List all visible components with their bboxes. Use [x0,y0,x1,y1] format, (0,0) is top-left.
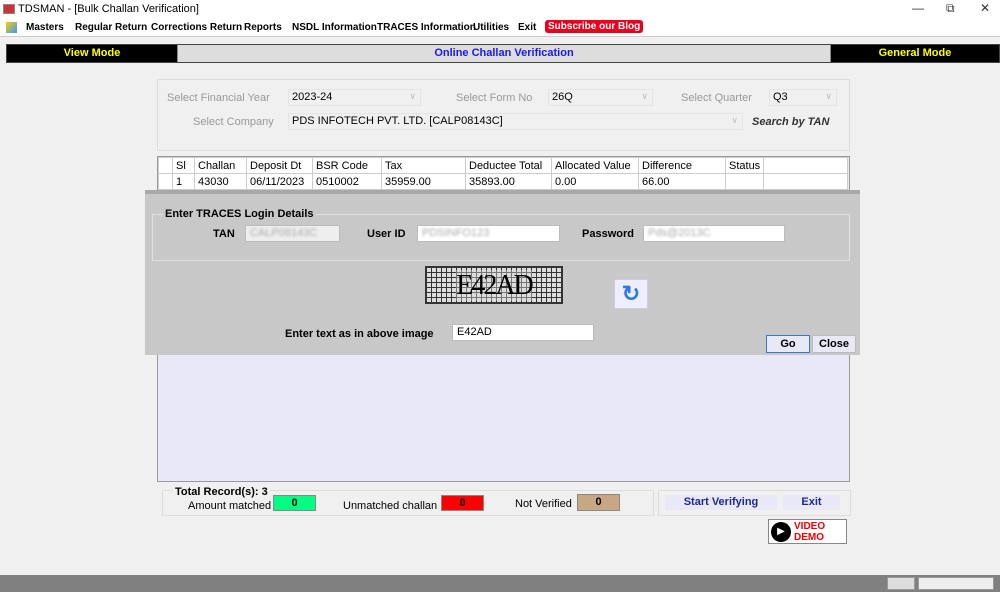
unmatched-label: Unmatched challan [343,500,438,512]
status-panel [918,577,994,590]
form-select[interactable]: 26Q ∨ [548,89,653,106]
cell [724,173,765,190]
menu-reports[interactable]: Reports [244,22,282,33]
general-mode-button[interactable]: General Mode [831,45,999,62]
minimize-icon[interactable]: — [912,1,924,15]
status-bar [0,575,1000,592]
view-mode-button[interactable]: View Mode [7,45,177,62]
cell: 35959.00 [381,173,466,190]
form-value: 26Q [552,91,573,103]
exit-button[interactable]: Exit [783,495,840,510]
col-header: Difference [638,157,726,174]
selection-panel: Select Financial Year 2023-24 ∨ Select Fo… [157,79,850,151]
go-button[interactable]: Go [766,335,810,353]
app-icon [3,4,15,14]
quarter-select[interactable]: Q3 ∨ [769,89,837,106]
unmatched-count: 0 [441,495,484,511]
cell: 1 [172,173,195,190]
chevron-down-icon: ∨ [641,91,648,101]
menu-regular-return[interactable]: Regular Return [75,22,147,33]
close-icon[interactable]: ✕ [980,1,990,15]
password-label: Password [582,228,634,240]
col-header: Deductee Total [465,157,552,174]
video-demo-button[interactable]: ▶ VIDEO DEMO [768,519,847,544]
captcha-image: E42AD [425,266,563,304]
video-label: VIDEO [794,521,826,532]
company-value: PDS INFOTECH PVT. LTD. [CALP08143C] [292,115,503,127]
col-header: Sl [172,157,195,174]
not-verified-label: Not Verified [515,498,572,510]
quarter-value: Q3 [773,91,788,103]
col-header: Status [724,157,765,174]
col-header: Allocated Value [551,157,639,174]
chevron-down-icon: ∨ [731,115,738,125]
fy-label: Select Financial Year [167,92,270,104]
mode-bar: View Mode Online Challan Verification Ge… [6,44,1000,63]
demo-label: DEMO [794,532,824,543]
quarter-label: Select Quarter [681,92,752,104]
menu-traces-information[interactable]: TRACES Information [377,22,476,33]
table-row[interactable]: 1 43030 06/11/2023 0510002 35959.00 3589… [158,173,849,190]
window-title: TDSMAN - [Bulk Challan Verification] [18,3,199,15]
tan-field[interactable]: CALP08143C [245,225,340,242]
menu-exit[interactable]: Exit [518,22,536,33]
table-header: Sl Challan Deposit Dt BSR Code Tax Deduc… [158,157,849,174]
company-select[interactable]: PDS INFOTECH PVT. LTD. [CALP08143C] ∨ [288,113,743,130]
company-label: Select Company [193,116,274,128]
fy-select[interactable]: 2023-24 ∨ [288,89,421,106]
start-verifying-button[interactable]: Start Verifying [665,495,777,510]
cell: 66.00 [638,173,726,190]
tan-label: TAN [213,228,235,240]
userid-field[interactable]: PDSINFO123 [417,225,560,242]
cell: 0510002 [312,173,382,190]
total-records: Total Record(s): 3 [173,486,270,498]
menu-nsdl-information[interactable]: NSDL Information [292,22,377,33]
cell: 06/11/2023 [246,173,313,190]
password-field[interactable]: Pds@2013C [643,225,785,242]
not-verified-count: 0 [577,494,620,511]
subscribe-blog-button[interactable]: Subscribe our Blog [545,20,644,33]
col-header: Deposit Dt [246,157,313,174]
play-icon: ▶ [771,522,791,542]
close-button[interactable]: Close [812,335,856,353]
col-header: Challan [194,157,247,174]
form-label: Select Form No [456,92,533,104]
login-group-label: Enter TRACES Login Details [163,208,316,220]
mode-title: Online Challan Verification [177,45,831,62]
amount-matched-count: 0 [273,495,316,511]
restore-icon[interactable]: ⧉ [946,1,955,16]
menu-masters[interactable]: Masters [26,22,64,33]
cell: 35893.00 [465,173,552,190]
amount-matched-label: Amount matched [188,500,272,512]
status-icon [887,577,915,590]
traces-login-dialog: Enter TRACES Login Details TAN CALP08143… [145,190,860,355]
col-header: Tax [381,157,466,174]
menu-bar: Masters Regular Return Corrections Retur… [0,18,1000,37]
userid-label: User ID [367,228,406,240]
title-bar: TDSMAN - [Bulk Challan Verification] — ⧉… [0,0,1000,18]
chevron-down-icon: ∨ [825,91,832,101]
menu-corrections-return[interactable]: Corrections Return [151,22,242,33]
search-by-tan-link[interactable]: Search by TAN [752,116,829,128]
menu-app-icon [6,22,17,33]
cell: 0.00 [551,173,639,190]
col-header: BSR Code [312,157,382,174]
refresh-captcha-icon[interactable]: ↻ [614,279,648,309]
fy-value: 2023-24 [292,91,333,103]
menu-utilities[interactable]: Utilities [473,22,509,33]
challan-table: Sl Challan Deposit Dt BSR Code Tax Deduc… [158,157,849,190]
captcha-label: Enter text as in above image [285,328,434,340]
captcha-field[interactable]: E42AD [452,324,594,341]
chevron-down-icon: ∨ [409,91,416,101]
cell: 43030 [194,173,247,190]
